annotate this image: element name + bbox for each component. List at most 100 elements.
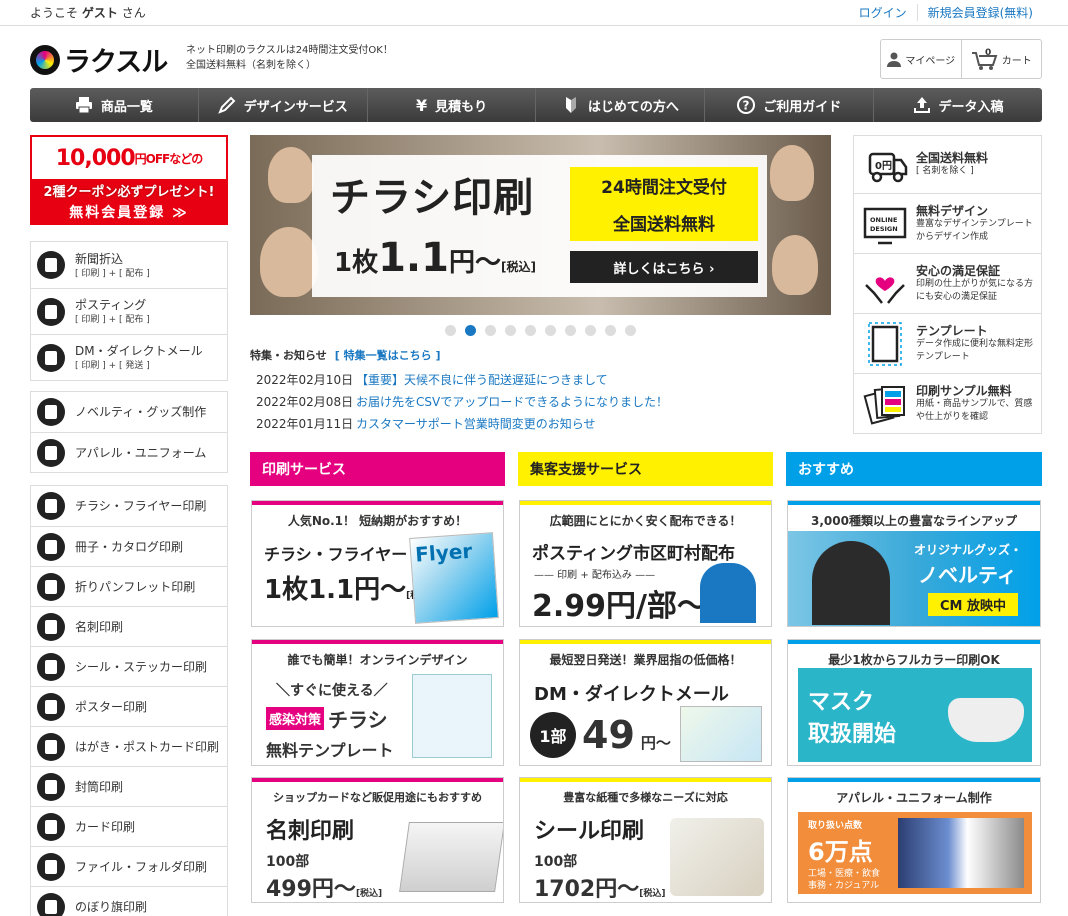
sticker-icon [37,652,65,681]
carousel-dot-active[interactable] [465,325,476,336]
mailbox-image [700,563,756,623]
yen-icon: ¥ [415,95,428,115]
business-card-icon [37,612,65,641]
nav-design[interactable]: デザインサービス [197,88,367,122]
logo-text: ラクスル [64,47,168,78]
heart-hands-icon [865,276,905,304]
register-link[interactable]: 新規会員登録(無料) [916,4,1043,21]
envelope-icon [37,343,65,372]
carousel-dot[interactable] [605,325,616,336]
card-mask[interactable]: 最少1枚からフルカラー印刷OK マスク 取扱開始 [787,639,1041,766]
carousel-dots [445,325,636,336]
pamphlet-icon [37,572,65,601]
sticker-product-image [670,818,764,896]
carousel-dot[interactable] [625,325,636,336]
carousel-dot[interactable] [565,325,576,336]
nav-estimate[interactable]: ¥ 見積もり [366,88,536,122]
feature-template[interactable]: テンプレート データ作成に便利な無料定形テンプレート [854,313,1041,373]
cart-icon: 0 [971,48,998,70]
feature-free-sample[interactable]: 印刷サンプル無料 用紙・商品サンプルで、質感や仕上がりを確認 [854,373,1041,433]
card-novelty[interactable]: 3,000種類以上の豊富なラインアップ オリジナルグッズ・ ノベルティ CM 放… [787,500,1041,627]
pen-icon [217,96,236,114]
card-flyer[interactable]: 人気No.1！ 短納期がおすすめ！ チラシ・フライヤー 1枚1.1円〜[税込] … [251,500,504,627]
nav-upload[interactable]: データ入稿 [873,88,1042,122]
photo-person [268,147,314,203]
category-booklet[interactable]: 冊子・カタログ印刷 [31,526,227,566]
help-icon: ? [737,96,756,114]
printer-icon [75,97,92,114]
logo[interactable]: ラクスル [30,40,168,79]
news-link[interactable]: カスタマーサポート営業時間変更のお知らせ [356,415,596,432]
template-preview-image [412,674,492,758]
news-item: 2022年02月08日 お届け先をCSVでアップロードできるようになりました！ [256,393,668,410]
business-card-image [399,822,503,892]
global-nav: 商品一覧 デザインサービス ¥ 見積もり はじめての方へ ? ご利用ガイド データ入… [30,88,1042,122]
category-file-folder[interactable]: ファイル・フォルダ印刷 [31,846,227,886]
card-business-card[interactable]: ショップカードなど販促用途にもおすすめ 名刺印刷 100部 499円〜[税込] [251,777,504,903]
card-apparel[interactable]: アパレル・ユニフォーム制作 取り扱い点数 6万点 工場・医療・飲食 事務・カジュ… [787,777,1041,903]
photo-person [770,145,814,201]
booklet-icon [37,532,65,561]
category-poster[interactable]: ポスター印刷 [31,686,227,726]
carousel-dot[interactable] [505,325,516,336]
category-dm[interactable]: DM・ダイレクトメール[ 印刷 ] + [ 発送 ] [31,334,227,380]
feature-free-design[interactable]: ONLINE DESIGN 無料デザイン 豊富なデザインテンプレートからデザイン作成 [854,193,1041,253]
svg-text:ONLINE: ONLINE [870,216,897,224]
envelope-icon [37,772,65,801]
hero-banner[interactable]: チラシ印刷 1枚1.1円〜[税込] 24時間注文受付 全国送料無料 詳しくはこちら… [250,135,831,315]
tagline: ネット印刷のラクスルは24時間注文受付OK！ 全国送料無料（名刺を除く） [186,45,393,71]
nav-beginner[interactable]: はじめての方へ [535,88,704,122]
apparel-image: 取り扱い点数 6万点 工場・医療・飲食 事務・カジュアル [798,812,1032,894]
coupon-banner[interactable]: 10,000 円OFFなどの 2種クーポン必ずプレゼント! 無料会員登録 ≫ [30,135,228,225]
category-apparel[interactable]: アパレル・ユニフォーム [31,432,227,472]
category-banner-flag[interactable]: のぼり旗印刷 [31,886,227,916]
svg-text:DESIGN: DESIGN [870,225,898,233]
news-link[interactable]: お届け先をCSVでアップロードできるようになりました！ [356,393,668,410]
poster-icon [37,692,65,721]
section-recommend: おすすめ [786,452,1042,486]
category-postcard[interactable]: はがき・ポストカード印刷 [31,726,227,766]
nav-guide[interactable]: ? ご利用ガイド [704,88,873,122]
feature-list: 0円 全国送料無料[ 名刺を除く ] ONLINE DESIGN 無料デザイン 豊富… [853,135,1042,434]
hero-detail-button[interactable]: 詳しくはこちら › [570,251,758,283]
category-sticker[interactable]: シール・ステッカー印刷 [31,646,227,686]
cart-button[interactable]: 0 カート [962,40,1042,78]
carousel-dot[interactable] [545,325,556,336]
gift-icon [37,398,65,426]
service-category-list: 新聞折込[ 印刷 ] + [ 配布 ] ポスティング[ 印刷 ] + [ 配布 … [30,241,228,381]
category-novelty[interactable]: ノベルティ・グッズ制作 [31,392,227,432]
category-pamphlet[interactable]: 折りパンフレット印刷 [31,566,227,606]
category-business-card[interactable]: 名刺印刷 [31,606,227,646]
news-all-link[interactable]: [ 特集一覧はこちら ] [335,349,441,362]
feature-guarantee[interactable]: 安心の満足保証 印刷の仕上がりが気になる方にも安心の満足保証 [854,253,1041,313]
category-posting[interactable]: ポスティング[ 印刷 ] + [ 配布 ] [31,288,227,334]
login-link[interactable]: ログイン [849,4,917,21]
user-icon [887,52,902,67]
card-online-design[interactable]: 誰でも簡単！オンラインデザイン ＼すぐに使える／ 感染対策 チラシ 無料テンプレー… [251,639,504,766]
category-card[interactable]: カード印刷 [31,806,227,846]
carousel-dot[interactable] [585,325,596,336]
news-link[interactable]: 【重要】天候不良に伴う配送遅延につきまして [356,371,608,388]
nav-products[interactable]: 商品一覧 [30,88,198,122]
news-heading: 特集・お知らせ[ 特集一覧はこちら ] [250,349,441,362]
carousel-dot[interactable] [445,325,456,336]
card-sticker[interactable]: 豊富な紙種で多様なニーズに対応 シール印刷 100部 1702円〜[税込] [519,777,772,903]
carousel-dot[interactable] [485,325,496,336]
print-category-list: チラシ・フライヤー印刷 冊子・カタログ印刷 折りパンフレット印刷 名刺印刷 シー… [30,485,228,916]
flyer-image: Flyer [409,532,499,624]
mypage-button[interactable]: マイページ [881,40,962,78]
category-flyer[interactable]: チラシ・フライヤー印刷 [31,486,227,526]
news-list: 2022年02月10日 【重要】天候不良に伴う配送遅延につきまして 2022年02… [256,368,668,434]
card-posting[interactable]: 広範囲にとにかく安く配布できる！ ポスティング市区町村配布 —— 印刷 + 配布… [519,500,772,627]
category-envelope[interactable]: 封筒印刷 [31,766,227,806]
card-dm[interactable]: 最短翌日発送！業界屈指の低価格！ DM・ダイレクトメール 1部 49 円〜 [519,639,772,766]
folder-icon [37,852,65,881]
svg-text:?: ? [743,99,750,113]
svg-text:0円: 0円 [875,160,892,172]
sample-papers-icon [863,385,905,425]
category-newspaper-insert[interactable]: 新聞折込[ 印刷 ] + [ 配布 ] [31,242,227,288]
monitor-design-icon: ONLINEDESIGN [863,207,907,244]
feature-free-shipping[interactable]: 0円 全国送料無料[ 名刺を除く ] [854,136,1041,193]
beginner-mark-icon [565,97,576,113]
carousel-dot[interactable] [525,325,536,336]
